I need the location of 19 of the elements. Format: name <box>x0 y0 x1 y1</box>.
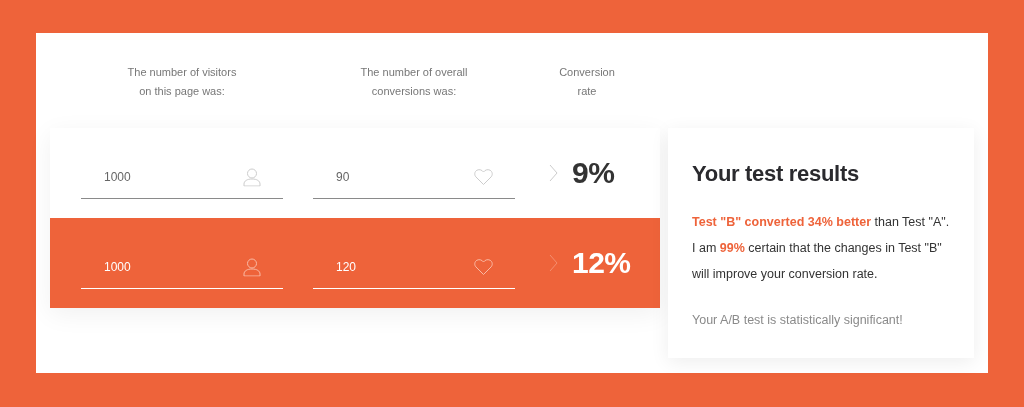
heart-icon <box>474 258 493 276</box>
column-header: The number of overall conversions was: <box>359 65 469 99</box>
chevron-icon <box>549 164 558 182</box>
significance-note: Your A/B test is statistically significant! <box>692 312 904 329</box>
user-icon <box>243 257 261 277</box>
input-field[interactable]: 90 <box>313 155 515 199</box>
column-header: Conversion rate <box>558 65 616 99</box>
input-field[interactable]: 120 <box>313 245 515 289</box>
input-field[interactable]: 1000 <box>81 245 283 289</box>
result-sentence: I am 99% certain that the changes in Test "B" will improve your conversion rate. <box>692 240 943 283</box>
result-sentence: Test "B" converted 34% better than Test "A". <box>692 214 951 231</box>
conversion-rate: 9% <box>572 156 615 190</box>
chevron-icon <box>549 254 558 272</box>
column-header: The number of visitors on this page was: <box>126 65 238 99</box>
conversion-rate: 12% <box>572 246 631 280</box>
input-field[interactable]: 1000 <box>81 155 283 199</box>
heart-icon <box>474 168 493 186</box>
user-icon <box>243 167 261 187</box>
results-title: Your test results <box>692 161 860 187</box>
